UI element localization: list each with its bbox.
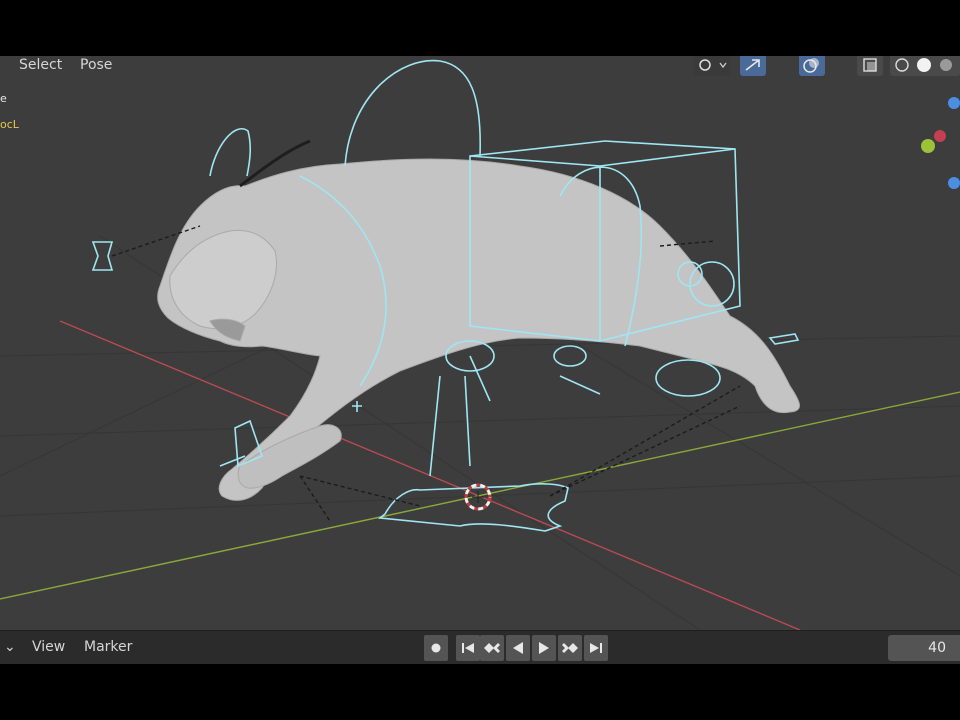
navigation-gizmo[interactable] (910, 88, 960, 228)
record-icon (431, 643, 441, 653)
record-button[interactable] (424, 635, 448, 661)
jump-to-start-button[interactable] (456, 635, 480, 661)
overlays-icon (803, 58, 819, 73)
play-reverse-icon (513, 642, 523, 654)
play-button[interactable] (532, 635, 556, 661)
letterbox-bottom (0, 664, 960, 720)
jump-to-end-icon (590, 643, 602, 653)
play-reverse-button[interactable] (506, 635, 530, 661)
panther-mesh (157, 158, 800, 501)
current-frame-field[interactable]: 40 (888, 635, 960, 661)
menu-select[interactable]: Select (17, 56, 64, 77)
menu-pose[interactable]: Pose (78, 56, 114, 77)
3d-cursor (464, 483, 492, 511)
timeline-menu-marker[interactable]: Marker (84, 639, 132, 655)
gizmo-toggle-button[interactable] (694, 56, 730, 76)
y-axis-line (0, 391, 960, 600)
viewport-shading-buttons[interactable] (890, 56, 960, 76)
letterbox-top (0, 0, 960, 56)
next-keyframe-icon (562, 643, 578, 653)
timeline-header: ⌄ View Marker 40 (0, 630, 960, 665)
jump-to-start-icon (462, 643, 474, 653)
prev-keyframe-button[interactable] (480, 635, 504, 661)
transform-tool-button[interactable] (740, 56, 766, 76)
xray-icon (863, 58, 877, 72)
overlays-button[interactable] (799, 56, 825, 76)
gizmo-icon (699, 59, 727, 71)
move-arrows-icon (745, 59, 760, 71)
prev-keyframe-icon (484, 643, 500, 653)
shading-mode-icons (895, 58, 952, 72)
jump-to-end-button[interactable] (584, 635, 608, 661)
active-bone-name: ocL (0, 118, 19, 131)
xray-toggle-button[interactable] (857, 56, 883, 76)
next-keyframe-button[interactable] (558, 635, 582, 661)
3d-viewport[interactable]: Select Pose e ocL (0, 56, 960, 630)
editor-type-dropdown[interactable]: ⌄ (4, 639, 16, 655)
timeline-menu-view[interactable]: View (32, 639, 65, 655)
viewport-scene (0, 59, 960, 630)
play-icon (539, 642, 549, 654)
object-info-line: e (0, 92, 7, 105)
